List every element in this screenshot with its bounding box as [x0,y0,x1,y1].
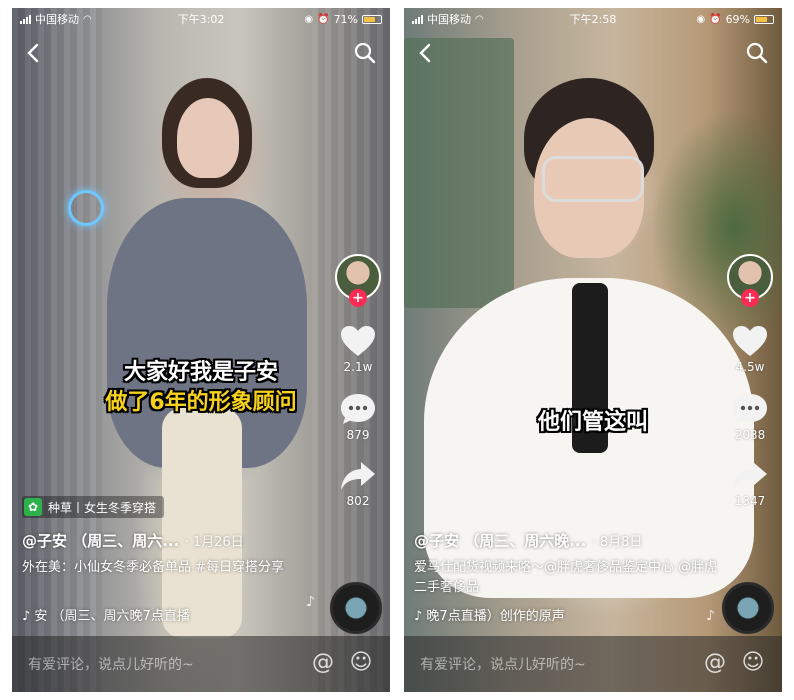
sprout-icon: ✿ [24,498,42,516]
carrier-name: 中国移动 [427,13,471,26]
battery-icon [362,14,383,24]
battery-icon [754,14,775,24]
share-icon [341,462,375,490]
creator-avatar[interactable]: + [335,254,381,307]
search-button[interactable] [746,42,768,64]
follow-button[interactable]: + [741,289,759,307]
like-count: 4.5w [735,360,765,374]
author-line[interactable]: @子安 （周三、周六晚... · 8月8日 [414,530,642,551]
at-icon[interactable]: @ [702,650,728,676]
comment-bar: 有爱评论，说点儿好听的~ @ ☺ [404,636,782,692]
curtain [12,8,102,692]
post-date: · 8月8日 [591,535,643,550]
alarm-icon: ⏰ [709,13,722,25]
search-icon [354,42,376,64]
back-button[interactable] [26,42,40,69]
music-disc-button[interactable] [722,582,774,634]
author-name[interactable]: @子安 （周三、周六... [22,532,179,550]
share-icon [733,462,767,490]
comment-input[interactable]: 有爱评论，说点儿好听的~ [420,654,586,674]
share-count: 1347 [734,494,766,508]
signal-icon [20,14,31,24]
video-description[interactable]: 外在美：小仙女冬季必备单品 #每日穿搭分享 [22,558,326,578]
alarm-icon: ⏰ [317,13,330,25]
touch-indicator [68,190,104,226]
music-note-icon: ♪ [306,594,315,610]
pants [162,408,242,638]
at-icon[interactable]: @ [310,650,336,676]
video-screen-right[interactable]: 中国移动 ◠ 下午2:58 ◉ ⏰ 69% + 4.5w 2038 1347 他… [404,8,782,692]
music-note-icon: ♪ [706,608,715,624]
carrier-name: 中国移动 [35,13,79,26]
subtitle-line-2: 做了6年的形象顾问 [105,390,297,415]
comment-count: 879 [346,428,370,442]
wifi-icon: ◠ [475,13,484,25]
share-button[interactable]: 802 [339,460,377,508]
signal-icon [412,14,423,24]
battery-percent: 71% [333,12,359,26]
emoji-icon[interactable]: ☺ [348,650,374,676]
author-name[interactable]: @子安 （周三、周六晚... [414,532,586,550]
chevron-left-icon [27,43,39,63]
share-count: 802 [346,494,370,508]
heart-icon [341,326,375,356]
video-description[interactable]: 爱马仕配货视频来咯～@胖虎奢侈品鉴定中心 @胖虎二手奢侈品 [414,558,718,598]
status-time: 下午3:02 [177,13,225,26]
video-screen-left[interactable]: 中国移动 ◠ 下午3:02 ◉ ⏰ 71% + 2.1w 879 802 大家好… [12,8,390,692]
chevron-left-icon [419,43,431,63]
status-bar: 中国移动 ◠ 下午2:58 ◉ ⏰ 69% [404,8,782,30]
comment-input[interactable]: 有爱评论，说点儿好听的~ [28,654,194,674]
lock-rotation-icon: ◉ [696,13,706,25]
share-button[interactable]: 1347 [731,460,769,508]
action-rail: + 4.5w 2038 1347 [724,254,776,508]
status-bar: 中国移动 ◠ 下午3:02 ◉ ⏰ 71% [12,8,390,30]
topic-tag-label: 种草丨女生冬季穿搭 [48,500,157,515]
subtitle-line-1: 他们管这叫 [537,410,648,435]
window [404,38,514,308]
search-icon [746,42,768,64]
post-date: · 1月26日 [184,535,244,550]
glasses [542,156,644,202]
music-title[interactable]: ♪ 安 （周三、周六晚7点直播 [22,605,190,624]
face [177,98,239,178]
battery-percent: 69% [725,12,751,26]
topic-tag[interactable]: ✿ 种草丨女生冬季穿搭 [22,496,165,518]
music-disc-button[interactable] [330,582,382,634]
search-button[interactable] [354,42,376,64]
emoji-icon[interactable]: ☺ [740,650,766,676]
follow-button[interactable]: + [349,289,367,307]
author-line[interactable]: @子安 （周三、周六... · 1月26日 [22,530,244,551]
lock-rotation-icon: ◉ [304,13,314,25]
creator-avatar[interactable]: + [727,254,773,307]
music-title[interactable]: ♪ 晚7点直播）创作的原声 [414,605,565,624]
wifi-icon: ◠ [83,13,92,25]
subtitle-line-1: 大家好我是子安 [123,360,278,385]
comment-bar: 有爱评论，说点儿好听的~ @ ☺ [12,636,390,692]
like-button[interactable]: 4.5w [731,324,769,374]
heart-icon [733,326,767,356]
status-time: 下午2:58 [569,13,617,26]
back-button[interactable] [418,42,432,69]
